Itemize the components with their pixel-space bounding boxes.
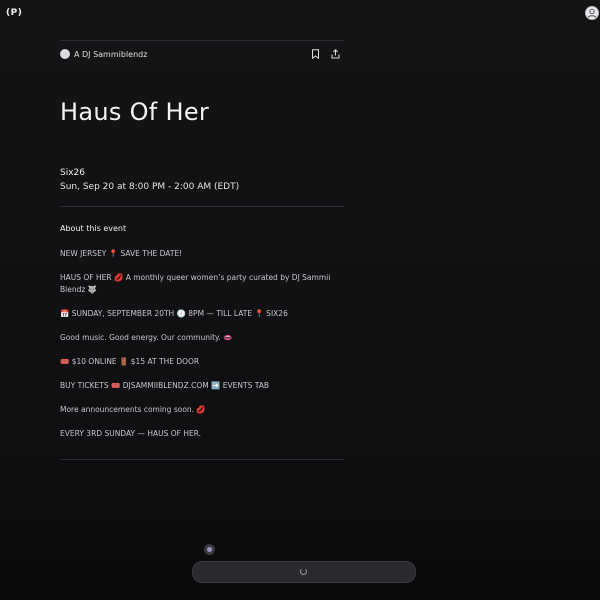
description-line: More announcements coming soon. 💋 <box>60 405 206 414</box>
bottom-action-bar[interactable] <box>192 561 416 583</box>
description-line: HAUS OF HER 💋 A monthly queer women’s pa… <box>60 273 331 294</box>
event-venue[interactable]: Six26 <box>60 168 85 178</box>
host-bar: A DJ Sammiblendz <box>60 41 344 67</box>
event-title: Haus Of Her <box>60 98 210 126</box>
page: (P) A DJ Sammiblendz Haus Of Her Six26 S… <box>0 0 600 600</box>
loading-spinner-icon <box>300 568 307 575</box>
host-actions <box>311 49 340 59</box>
user-icon <box>587 8 597 19</box>
description-line: 🎟️ $10 ONLINE 🚪 $15 AT THE DOOR <box>60 357 200 366</box>
app-logo[interactable]: (P) <box>6 8 22 18</box>
description-line: 📅 SUNDAY, SEPTEMBER 20TH 🕗 8PM — TILL LA… <box>60 309 288 318</box>
divider <box>60 206 344 207</box>
event-card: A DJ Sammiblendz Haus Of Her Six26 Sun, … <box>60 40 344 460</box>
host-avatar[interactable] <box>60 49 70 59</box>
share-icon[interactable] <box>331 49 340 59</box>
description-line: EVERY 3RD SUNDAY — HAUS OF HER. <box>60 429 202 438</box>
chat-bubble-icon[interactable] <box>204 544 215 555</box>
host-name[interactable]: A DJ Sammiblendz <box>74 50 147 59</box>
about-description: NEW JERSEY 📍 SAVE THE DATE! HAUS OF HER … <box>60 248 344 452</box>
description-line: Good music. Good energy. Our community. … <box>60 333 233 342</box>
divider <box>60 459 344 460</box>
bookmark-icon[interactable] <box>311 49 320 59</box>
account-button[interactable] <box>585 6 599 20</box>
description-line: BUY TICKETS 🎟️ DJSAMMIIBLENDZ.COM ➡️ EVE… <box>60 381 270 390</box>
about-heading: About this event <box>60 224 127 233</box>
event-datetime: Sun, Sep 20 at 8:00 PM - 2:00 AM (EDT) <box>60 182 240 192</box>
description-line: NEW JERSEY 📍 SAVE THE DATE! <box>60 249 183 258</box>
